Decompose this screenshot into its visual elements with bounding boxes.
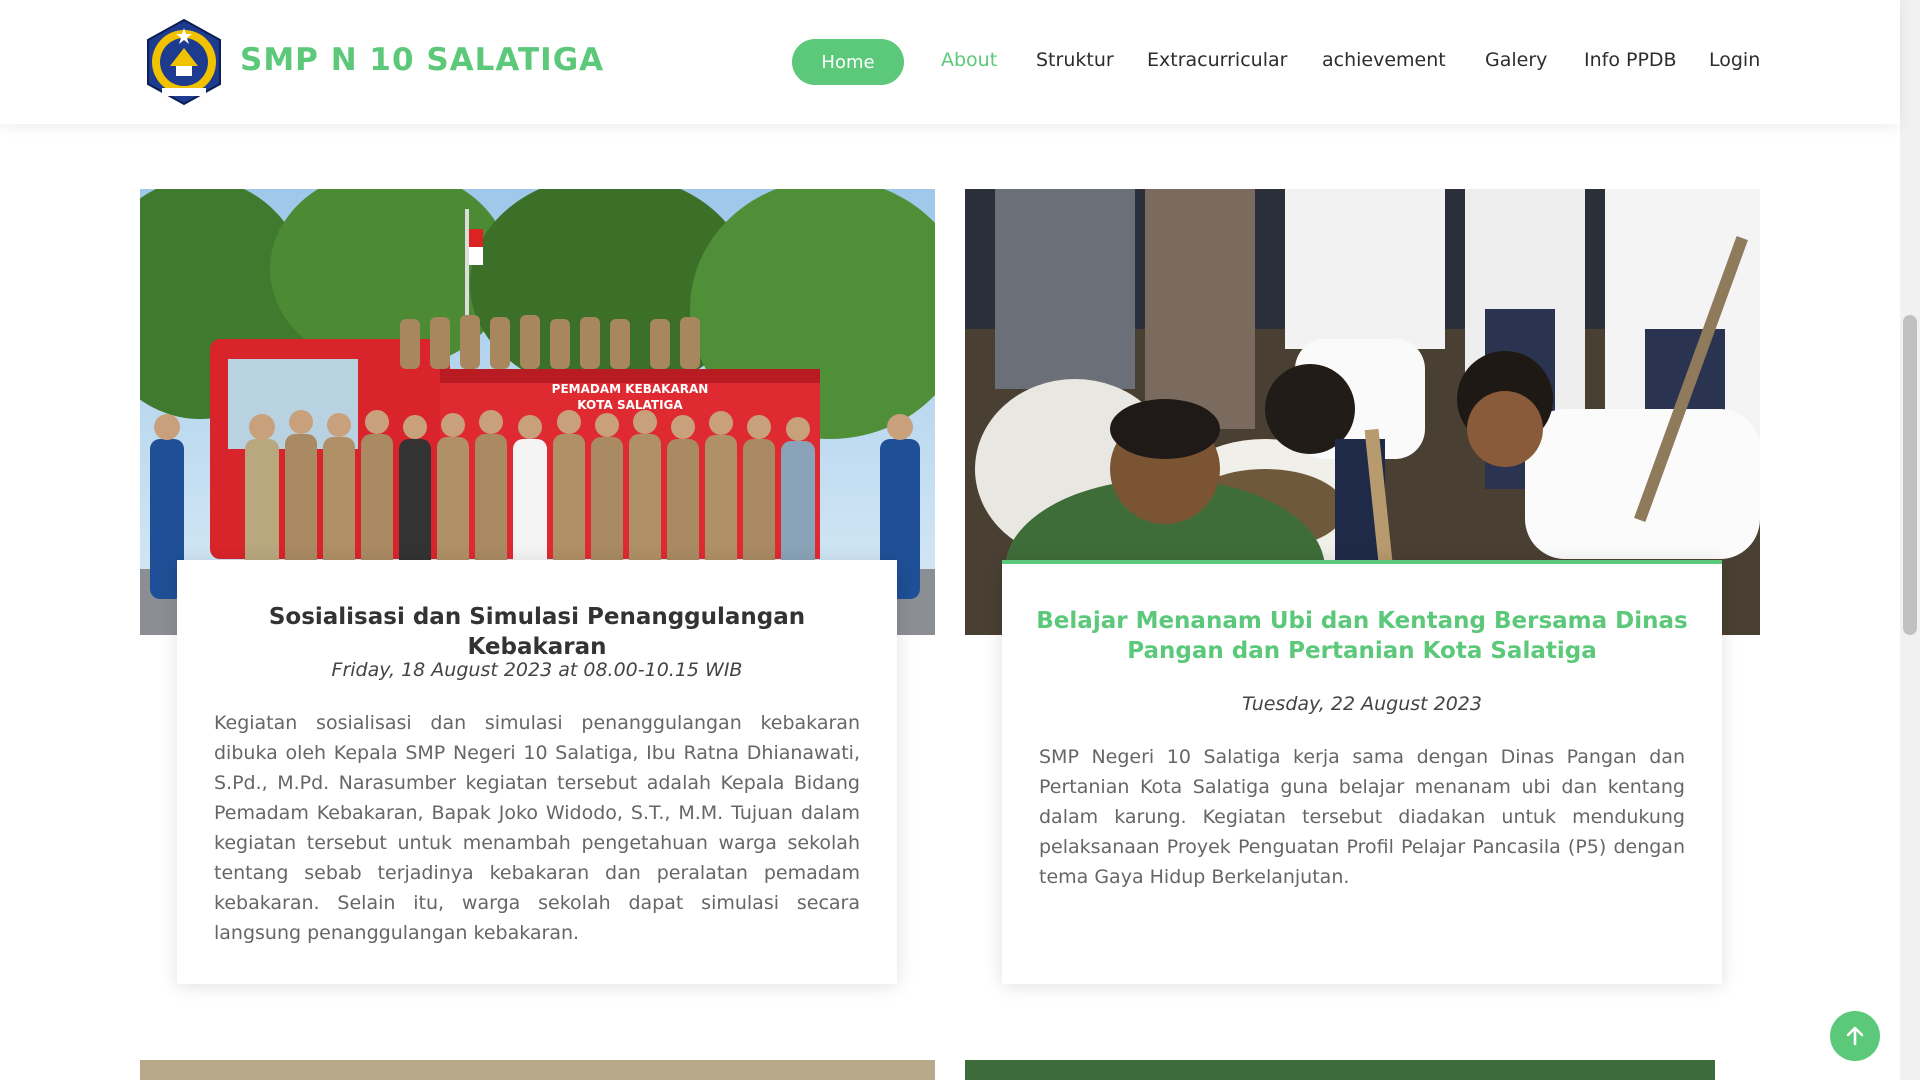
svg-text:KOTA SALATIGA: KOTA SALATIGA: [577, 398, 683, 412]
arrow-up-icon: [1846, 1026, 1864, 1046]
post-date: Tuesday, 22 August 2023: [1242, 693, 1482, 715]
back-to-top-button[interactable]: [1830, 1011, 1880, 1061]
post-card-menanam[interactable]: Belajar Menanam Ubi dan Kentang Bersama …: [1002, 560, 1722, 984]
nav-about[interactable]: About: [941, 49, 997, 71]
next-post-photo: [140, 1060, 935, 1080]
nav-extracurricular[interactable]: Extracurricular: [1147, 49, 1287, 71]
nav-galery[interactable]: Galery: [1485, 49, 1547, 71]
nav-login[interactable]: Login: [1709, 49, 1760, 71]
next-post-photo: [965, 1060, 1715, 1080]
brand-title[interactable]: SMP N 10 SALATIGA: [240, 42, 604, 78]
nav-struktur[interactable]: Struktur: [1036, 49, 1114, 71]
post-date: Friday, 18 August 2023 at 08.00-10.15 WI…: [331, 659, 743, 681]
scrollbar-thumb[interactable]: [1903, 315, 1917, 635]
nav-info-ppdb[interactable]: Info PPDB: [1584, 49, 1677, 71]
site-header: SMP N 10 SALATIGA Home About Struktur Ex…: [0, 0, 1900, 124]
post-title[interactable]: Belajar Menanam Ubi dan Kentang Bersama …: [1002, 606, 1722, 666]
post-card-kebakaran[interactable]: Sosialisasi dan Simulasi Penanggulangan …: [177, 560, 897, 984]
svg-text:PEMADAM KEBAKARAN: PEMADAM KEBAKARAN: [552, 382, 709, 396]
nav-achievement[interactable]: achievement: [1322, 49, 1446, 71]
post-body: SMP Negeri 10 Salatiga kerja sama dengan…: [1039, 746, 1685, 888]
post-body: Kegiatan sosialisasi dan simulasi penang…: [214, 712, 860, 944]
post-title[interactable]: Sosialisasi dan Simulasi Penanggulangan …: [177, 602, 897, 662]
page-scrollbar[interactable]: [1900, 0, 1920, 1080]
school-crest-logo[interactable]: [140, 18, 228, 106]
nav-home-button[interactable]: Home: [792, 39, 904, 85]
